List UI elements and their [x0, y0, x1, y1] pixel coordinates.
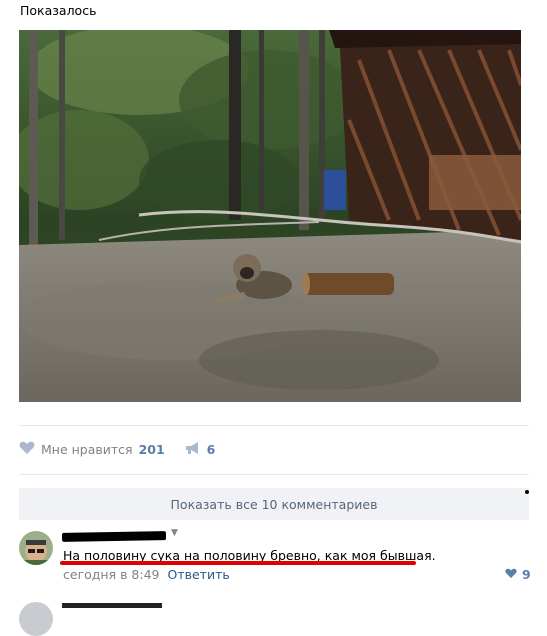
comment-like-button[interactable]: 9 — [505, 567, 531, 582]
forest-dog-photo — [19, 30, 521, 402]
megaphone-icon — [185, 441, 201, 458]
comment-meta: сегодня в 8:49 Ответить — [63, 567, 230, 582]
log — [302, 273, 394, 295]
reply-button[interactable]: Ответить — [168, 567, 230, 582]
heart-icon — [19, 441, 35, 458]
post-text: Показалось — [20, 3, 97, 18]
like-count: 201 — [138, 441, 165, 457]
comment-like-count: 9 — [522, 567, 531, 582]
post-actions: Мне нравится 201 6 — [19, 440, 215, 458]
post-photo[interactable] — [19, 30, 521, 402]
comment-author-redacted[interactable] — [61, 531, 167, 542]
comment-time[interactable]: сегодня в 8:49 — [63, 567, 160, 582]
caret-down-icon[interactable]: ▼ — [171, 528, 178, 538]
divider — [19, 474, 529, 475]
share-count: 6 — [206, 441, 216, 457]
avatar[interactable] — [19, 602, 53, 636]
comment-author-redacted[interactable] — [62, 603, 162, 608]
show-all-comments-button[interactable]: Показать все 10 комментариев — [19, 488, 529, 520]
share-button[interactable]: 6 — [185, 441, 216, 458]
like-button[interactable]: Мне нравится 201 — [19, 441, 165, 458]
avatar[interactable] — [19, 531, 53, 565]
red-underline — [60, 561, 416, 565]
unread-dot — [525, 490, 529, 494]
like-label: Мне нравится — [41, 441, 133, 457]
divider — [19, 425, 529, 426]
heart-icon — [505, 567, 517, 582]
